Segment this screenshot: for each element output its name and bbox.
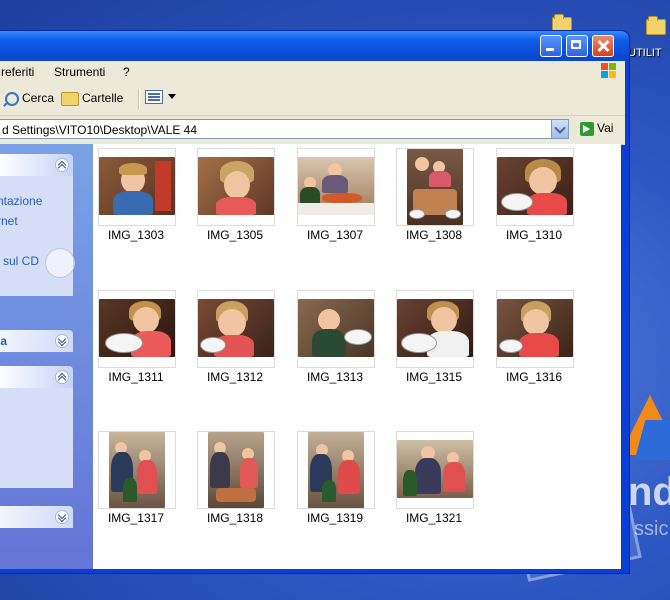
toolbar: Cerca Cartelle	[0, 83, 625, 116]
pane-section-header[interactable]	[0, 154, 73, 176]
close-button[interactable]	[592, 35, 614, 57]
file-name: IMG_1318	[206, 511, 264, 525]
menu-tools[interactable]: Strumenti	[54, 65, 105, 79]
thumbnail	[496, 290, 574, 368]
maximize-button[interactable]	[566, 35, 588, 57]
file-name: IMG_1310	[505, 228, 563, 242]
menu-help[interactable]: ?	[123, 65, 130, 79]
file-name: IMG_1316	[505, 370, 563, 384]
menu-favorites[interactable]: referiti	[1, 65, 34, 79]
pane-link[interactable]: sul CD	[3, 254, 39, 268]
address-path: d Settings\VITO10\Desktop\VALE 44	[2, 123, 197, 137]
file-name: IMG_1312	[206, 370, 264, 384]
file-item[interactable]: IMG_1317	[98, 431, 178, 541]
file-item[interactable]: IMG_1321	[396, 431, 476, 541]
address-input[interactable]: d Settings\VITO10\Desktop\VALE 44	[0, 119, 569, 139]
thumbnail	[496, 148, 574, 226]
expand-icon[interactable]	[55, 334, 69, 348]
file-name: IMG_1315	[405, 370, 463, 384]
folders-icon	[61, 91, 79, 106]
toolbar-separator	[138, 89, 140, 109]
watermark-subtext: ssic	[634, 518, 669, 540]
file-name: IMG_1307	[306, 228, 364, 242]
search-icon	[5, 91, 19, 106]
folder-icon[interactable]	[646, 16, 666, 35]
thumbnail	[98, 290, 176, 368]
file-name: IMG_1311	[108, 370, 164, 384]
pane-section-body	[0, 388, 73, 488]
pane-link[interactable]: rnet	[0, 214, 18, 228]
folders-button[interactable]: Cartelle	[61, 91, 123, 106]
thumbnail	[297, 290, 375, 368]
pane-link[interactable]: ntazione	[0, 194, 42, 208]
thumbnail	[396, 290, 474, 368]
file-name: IMG_1303	[107, 228, 165, 242]
views-icon	[145, 89, 163, 104]
thumbnail	[98, 148, 176, 226]
thumbnail	[297, 431, 375, 509]
pane-section-title: la	[0, 334, 8, 348]
thumbnail	[297, 148, 375, 226]
file-view: IMG_1303 IMG_1305 IMG_1307 IMG_1308 IMG_…	[93, 144, 621, 569]
file-item[interactable]: IMG_1307	[297, 148, 377, 258]
file-item[interactable]: IMG_1310	[496, 148, 576, 258]
task-pane: ntazione rnet sul CD la	[0, 144, 93, 569]
file-item[interactable]: IMG_1319	[297, 431, 377, 541]
file-name: IMG_1308	[405, 228, 463, 242]
search-label: Cerca	[22, 91, 55, 105]
file-item[interactable]: IMG_1308	[396, 148, 476, 258]
address-bar: d Settings\VITO10\Desktop\VALE 44 Vai	[0, 116, 625, 145]
chevron-down-icon	[168, 94, 176, 100]
collapse-icon[interactable]	[55, 158, 69, 172]
file-name: IMG_1319	[306, 511, 364, 525]
file-item[interactable]: IMG_1312	[197, 290, 277, 400]
go-button[interactable]: Vai	[580, 121, 613, 136]
views-button[interactable]	[145, 89, 176, 104]
go-arrow-icon	[580, 121, 594, 136]
watermark-text: nde	[628, 470, 670, 514]
file-name: IMG_1317	[107, 511, 165, 525]
pane-section-header[interactable]: la	[0, 330, 73, 352]
collapse-icon[interactable]	[55, 370, 69, 384]
menu-bar: referiti Strumenti ?	[0, 61, 625, 84]
explorer-window: referiti Strumenti ? Cerca Cartelle d Se…	[0, 30, 630, 574]
go-label: Vai	[597, 121, 614, 135]
thumbnail	[197, 431, 275, 509]
file-item[interactable]: IMG_1313	[297, 290, 377, 400]
minimize-button[interactable]	[540, 35, 562, 57]
file-item[interactable]: IMG_1303	[98, 148, 178, 258]
title-bar[interactable]	[0, 31, 629, 61]
folders-label: Cartelle	[82, 91, 124, 105]
file-item[interactable]: IMG_1311	[98, 290, 178, 400]
thumbnail	[396, 148, 474, 226]
file-item[interactable]: IMG_1315	[396, 290, 476, 400]
file-name: IMG_1321	[405, 511, 463, 525]
pane-section-body: ntazione rnet sul CD	[0, 176, 75, 296]
cd-icon	[45, 248, 75, 278]
thumbnail	[197, 290, 275, 368]
thumbnail	[98, 431, 176, 509]
file-item[interactable]: IMG_1316	[496, 290, 576, 400]
thumbnail	[396, 431, 474, 509]
windows-flag-icon	[601, 63, 617, 79]
pane-section-header[interactable]	[0, 366, 73, 388]
expand-icon[interactable]	[55, 510, 69, 524]
thumbnail	[197, 148, 275, 226]
file-item[interactable]: IMG_1305	[197, 148, 277, 258]
file-name: IMG_1305	[206, 228, 264, 242]
file-item[interactable]: IMG_1318	[197, 431, 277, 541]
address-dropdown-button[interactable]	[551, 120, 568, 138]
desktop-icon-label[interactable]: UTILIT	[628, 47, 662, 59]
search-button[interactable]: Cerca	[5, 91, 54, 106]
file-name: IMG_1313	[306, 370, 364, 384]
pane-section-header[interactable]	[0, 506, 73, 528]
